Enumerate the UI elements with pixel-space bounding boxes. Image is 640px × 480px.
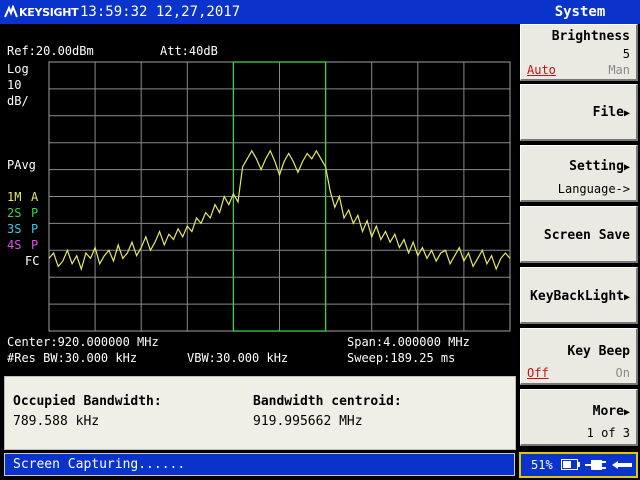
spectrum-plot bbox=[48, 61, 511, 332]
screen-save-label: Screen Save bbox=[543, 228, 630, 243]
key-beep-off-option: Off bbox=[527, 366, 549, 380]
keybacklight-label: KeyBackLight bbox=[530, 289, 624, 304]
obw-label: Occupied Bandwidth: bbox=[13, 394, 162, 409]
video-bandwidth: VBW:30.000 kHz bbox=[187, 351, 289, 365]
menu-title: System bbox=[554, 4, 606, 20]
softkey-brightness[interactable]: Brightness 5 Auto Man bbox=[520, 24, 638, 81]
submenu-arrow-icon: ▶ bbox=[623, 162, 630, 173]
brightness-value: 5 bbox=[622, 47, 630, 61]
power-status: 51% bbox=[519, 452, 638, 478]
setting-label: Setting bbox=[569, 159, 624, 174]
submenu-arrow-icon: ▶ bbox=[623, 108, 630, 119]
sweep-time: Sweep:189.25 ms bbox=[347, 351, 456, 365]
date-time: 13:59:32 12,27,2017 bbox=[80, 4, 241, 20]
more-label: More bbox=[592, 404, 624, 419]
brightness-man-option: Man bbox=[608, 63, 630, 77]
battery-percent: 51% bbox=[531, 458, 553, 472]
more-page-indicator: 1 of 3 bbox=[586, 426, 630, 440]
file-label: File bbox=[592, 105, 624, 120]
span: Span:4.000000 MHz bbox=[347, 335, 470, 349]
softkey-keybacklight[interactable]: KeyBackLight▶ bbox=[520, 267, 638, 324]
keysight-wave-icon bbox=[4, 5, 18, 18]
key-beep-label: Key Beep bbox=[567, 344, 630, 359]
connection-icon bbox=[612, 461, 632, 469]
obw-value: 789.588 kHz bbox=[13, 414, 100, 429]
brand-name: KEYSIGHT bbox=[19, 5, 79, 19]
key-beep-on-option: On bbox=[615, 366, 630, 380]
softkey-more[interactable]: More▶ 1 of 3 bbox=[520, 389, 638, 446]
res-bandwidth: #Res BW:30.000 kHz bbox=[7, 351, 138, 365]
status-message: Screen Capturing...... bbox=[13, 457, 186, 472]
softkey-setting[interactable]: Setting▶ Language-> bbox=[520, 145, 638, 202]
center-frequency: Center:920.000000 MHz bbox=[7, 335, 159, 349]
softkey-file[interactable]: File▶ bbox=[520, 84, 638, 141]
submenu-arrow-icon: ▶ bbox=[623, 292, 630, 303]
submenu-arrow-icon: ▶ bbox=[623, 407, 630, 418]
softkey-screen-save[interactable]: Screen Save bbox=[520, 206, 638, 263]
power-plug-icon bbox=[585, 460, 606, 470]
spectrum-display: Ref:20.00dBm Att:40dB Log 10 dB/ PAvg 1M… bbox=[0, 24, 516, 372]
centroid-value: 919.995662 MHz bbox=[253, 414, 363, 429]
keysight-logo: KEYSIGHT bbox=[4, 3, 79, 21]
status-bar: Screen Capturing...... bbox=[4, 453, 515, 476]
measurement-panel: Occupied Bandwidth: 789.588 kHz Bandwidt… bbox=[4, 376, 516, 450]
brightness-label: Brightness bbox=[551, 29, 630, 44]
title-bar: KEYSIGHT 13:59:32 12,27,2017 System bbox=[0, 0, 640, 24]
brightness-auto-option: Auto bbox=[527, 63, 556, 77]
setting-language: Language-> bbox=[557, 182, 630, 196]
centroid-label: Bandwidth centroid: bbox=[253, 394, 402, 409]
battery-icon bbox=[561, 459, 580, 470]
graticule bbox=[48, 61, 511, 332]
softkey-key-beep[interactable]: Key Beep Off On bbox=[520, 328, 638, 385]
